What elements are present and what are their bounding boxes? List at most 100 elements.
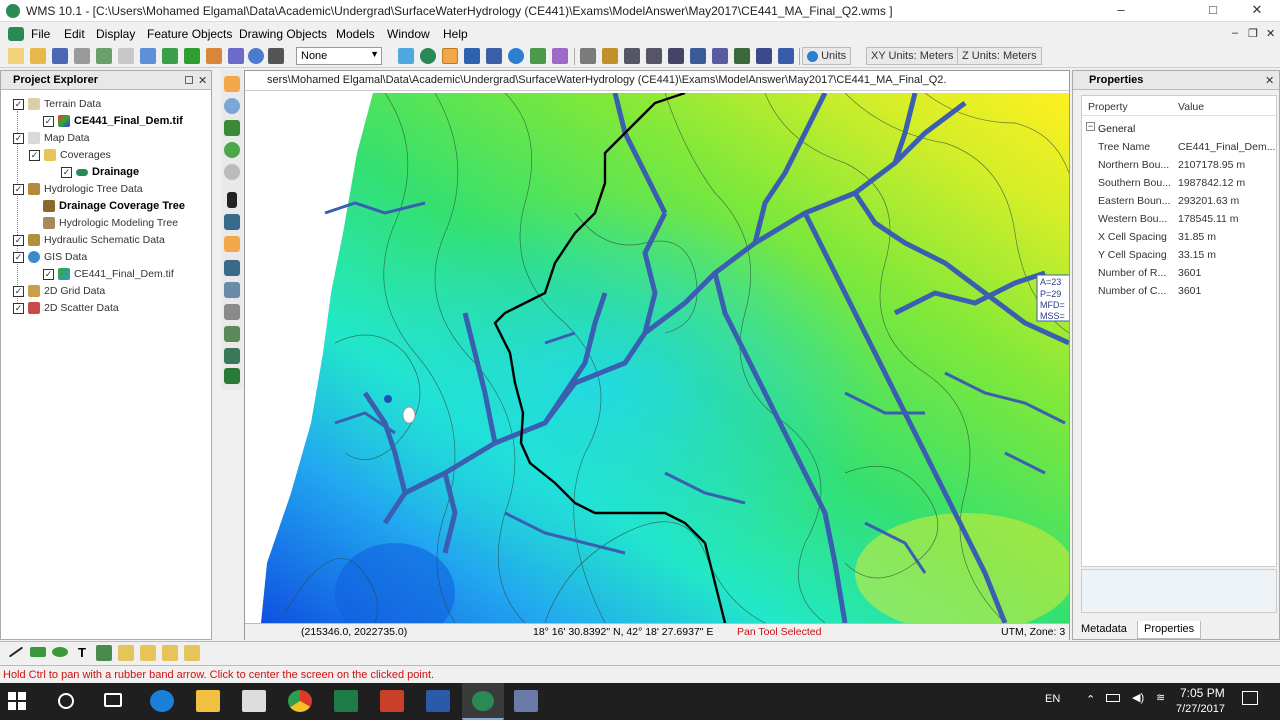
chevron-up-icon[interactable]: ⌃	[1086, 693, 1095, 706]
tree-item-2d-grid[interactable]: ✓ 2D Grid Data	[13, 285, 105, 301]
zoom-box-icon[interactable]	[224, 348, 240, 364]
arc-icon[interactable]	[224, 304, 240, 320]
menu-drawing-objects[interactable]: Drawing Objects	[239, 27, 327, 41]
tab-metadata[interactable]: Metadata	[1075, 621, 1133, 639]
tree-item-2d-scatter[interactable]: ✓ 2D Scatter Data	[13, 302, 119, 318]
units-button[interactable]: Units	[802, 47, 852, 65]
close-icon[interactable]: ✕	[198, 74, 207, 87]
select-feature-icon[interactable]	[224, 214, 240, 230]
dem-map-canvas[interactable]: A=23 P=29 MFD= MSS=	[245, 93, 1069, 623]
tree-item-dem[interactable]: ✓ CE441_Final_Dem.tif	[43, 115, 183, 131]
new-icon[interactable]	[8, 48, 24, 64]
rotate-icon[interactable]	[224, 120, 240, 136]
menu-models[interactable]: Models	[336, 27, 375, 41]
checkbox[interactable]: ✓	[13, 183, 24, 195]
volume-icon[interactable]: ◀)	[1132, 691, 1144, 704]
zoom-icon[interactable]	[224, 98, 240, 114]
map-icon[interactable]	[646, 48, 662, 64]
cursor-icon[interactable]	[668, 48, 684, 64]
forward-icon[interactable]	[224, 164, 240, 180]
tree-item-drainage[interactable]: ✓ Drainage	[61, 166, 139, 182]
xy-units-button[interactable]: XY Units: Meters	[866, 47, 959, 65]
property-row[interactable]: Number of R... 3601	[1082, 264, 1278, 282]
pan-tool-icon[interactable]	[224, 76, 240, 92]
checkbox[interactable]: ✓	[13, 302, 24, 314]
hydro-icon[interactable]	[690, 48, 706, 64]
image-icon[interactable]	[96, 645, 112, 661]
powerpoint-icon[interactable]	[380, 690, 404, 712]
property-row[interactable]: X Cell Spacing 31.85 m	[1082, 228, 1278, 246]
vertex-icon[interactable]	[224, 282, 240, 298]
module-select[interactable]: None ▼	[296, 47, 382, 65]
menu-edit[interactable]: Edit	[64, 27, 85, 41]
z-units-button[interactable]: Z Units: Meters	[957, 47, 1042, 65]
tree-item-gis-dem[interactable]: ✓ CE441_Final_Dem.tif	[43, 268, 174, 284]
notifications-icon[interactable]	[1242, 691, 1258, 705]
tree-item-coverages[interactable]: ✓ Coverages	[29, 149, 111, 165]
outlet-tool-icon[interactable]	[224, 236, 240, 252]
store-icon[interactable]	[242, 690, 266, 712]
back-icon[interactable]	[224, 142, 240, 158]
maximize-button[interactable]: □	[1190, 0, 1236, 22]
menu-window[interactable]: Window	[387, 27, 430, 41]
pan-icon[interactable]	[442, 48, 458, 64]
tree-item-hydrologic-modeling-tree[interactable]: Hydrologic Modeling Tree	[43, 217, 178, 233]
outlet-point[interactable]	[384, 395, 392, 403]
checkbox[interactable]: ✓	[29, 149, 40, 161]
chrome-icon[interactable]	[288, 690, 312, 712]
run-icon[interactable]	[184, 48, 200, 64]
text-icon[interactable]: T	[74, 645, 90, 661]
checkbox[interactable]: ✓	[13, 234, 24, 246]
checkbox[interactable]: ✓	[43, 115, 54, 127]
app-icon[interactable]	[514, 690, 538, 712]
task-view-icon[interactable]	[104, 693, 122, 707]
web-icon[interactable]	[420, 48, 436, 64]
battery-icon[interactable]	[1106, 694, 1120, 702]
tin-icon[interactable]	[552, 48, 568, 64]
close-button[interactable]: ✕	[1234, 0, 1280, 22]
property-row[interactable]: Northern Bou... 2107178.95 m	[1082, 156, 1278, 174]
property-row[interactable]: Southern Bou... 1987842.12 m	[1082, 174, 1278, 192]
print-icon[interactable]	[74, 48, 90, 64]
menu-display[interactable]: Display	[96, 27, 135, 41]
tree-item-map-data[interactable]: ✓ Map Data	[13, 132, 90, 148]
select-arrow-icon[interactable]	[227, 192, 237, 208]
land-icon[interactable]	[734, 48, 750, 64]
checkbox[interactable]: ✓	[13, 285, 24, 297]
minimize-button[interactable]: –	[1098, 0, 1144, 22]
clock-time[interactable]: 7:05 PM	[1180, 686, 1225, 700]
checkbox[interactable]: ✓	[43, 268, 54, 280]
layer-icon[interactable]	[756, 48, 772, 64]
wms-taskbar-button[interactable]	[462, 683, 504, 720]
oval-icon[interactable]	[52, 647, 68, 657]
checkbox[interactable]: ✓	[13, 251, 24, 263]
property-row[interactable]: Tree Name CE441_Final_Dem...	[1082, 138, 1278, 156]
help-icon[interactable]	[248, 48, 264, 64]
display-options-icon[interactable]	[140, 48, 156, 64]
layer-down-icon[interactable]	[140, 645, 156, 661]
checkbox[interactable]: ✓	[13, 98, 24, 110]
property-row[interactable]: Y Cell Spacing 33.15 m	[1082, 246, 1278, 264]
clock-date[interactable]: 7/27/2017	[1176, 703, 1225, 715]
select-node-icon[interactable]	[224, 260, 240, 276]
document-icon[interactable]	[8, 27, 24, 41]
grid-icon[interactable]	[530, 48, 546, 64]
property-row[interactable]: Eastern Boun... 293201.63 m	[1082, 192, 1278, 210]
tree-item-gis-data[interactable]: ✓ GIS Data	[13, 251, 87, 267]
toggle-icon[interactable]	[398, 48, 414, 64]
polygon-icon[interactable]	[224, 326, 240, 342]
plot-icon[interactable]	[228, 48, 244, 64]
arrow-icon[interactable]	[602, 48, 618, 64]
wifi-icon[interactable]: ≋	[1156, 691, 1165, 704]
flow-icon[interactable]	[778, 48, 794, 64]
delete-icon[interactable]	[268, 48, 284, 64]
mdi-restore-button[interactable]: ❐	[1248, 27, 1258, 40]
excel-icon[interactable]	[334, 690, 358, 712]
pin-icon[interactable]	[185, 76, 193, 84]
send-back-icon[interactable]	[184, 645, 200, 661]
tree-item-drainage-coverage-tree[interactable]: Drainage Coverage Tree	[43, 200, 185, 216]
gage-icon[interactable]	[712, 48, 728, 64]
watershed-icon[interactable]	[464, 48, 480, 64]
search-icon[interactable]	[58, 693, 74, 709]
property-row[interactable]: Number of C... 3601	[1082, 282, 1278, 300]
